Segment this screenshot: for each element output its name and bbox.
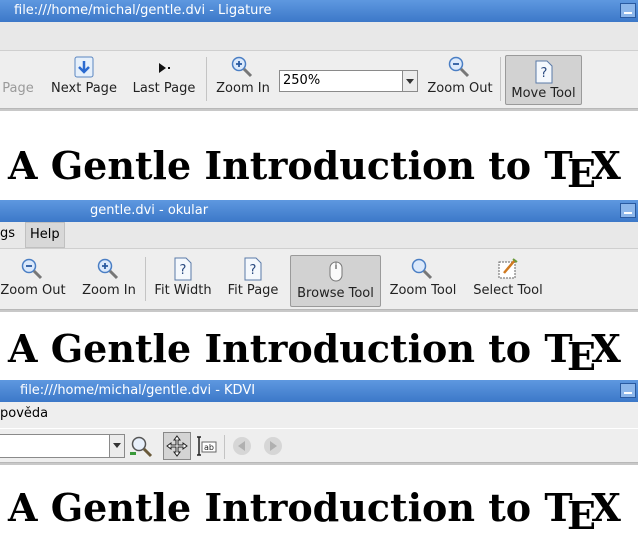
- chevron-down-icon[interactable]: [109, 435, 124, 457]
- toolbar-separator: [145, 257, 146, 301]
- ligature-window: file:///home/michal/gentle.dvi - Ligatur…: [0, 0, 638, 200]
- document-heading: A Gentle Introduction to TEX: [8, 143, 621, 196]
- zoom-out-icon: [425, 55, 495, 81]
- move-tool-button[interactable]: [163, 432, 191, 460]
- kdvi-window: file:///home/michal/gentle.dvi - KDVI po…: [0, 380, 638, 545]
- kdvi-menubar: pověda: [0, 402, 638, 428]
- zoom-tool-icon: [389, 257, 457, 283]
- okular-window: gentle.dvi - okular gs Help Zoom Out Zoo…: [0, 200, 638, 380]
- heading-text: A Gentle Introduction to T: [8, 485, 573, 530]
- okular-window-title: gentle.dvi - okular: [90, 203, 209, 218]
- svg-text:?: ?: [540, 66, 547, 81]
- tex-e: E: [566, 493, 596, 539]
- svg-text:ab: ab: [204, 443, 214, 452]
- browse-tool-button[interactable]: Browse Tool: [290, 255, 381, 307]
- next-page-button[interactable]: Next Page: [50, 55, 118, 96]
- document-heading: A Gentle Introduction to TEX: [8, 485, 621, 538]
- chevron-down-icon[interactable]: [402, 71, 417, 91]
- okular-toolbar: Zoom Out Zoom In ? Fit Width ? Fit Page …: [0, 249, 638, 310]
- fit-page-icon: ?: [225, 257, 281, 283]
- minimize-button[interactable]: [620, 383, 636, 398]
- zoom-level-value: 250%: [283, 73, 321, 88]
- browse-tool-label: Browse Tool: [297, 286, 374, 301]
- zoom-in-label: Zoom In: [216, 81, 270, 96]
- mouse-icon: [291, 260, 380, 286]
- select-tool-icon: [470, 257, 546, 283]
- zoom-tool-label: Zoom Tool: [389, 283, 457, 298]
- svg-text:?: ?: [180, 263, 187, 278]
- document-heading: A Gentle Introduction to TEX: [8, 326, 621, 379]
- move-tool-button[interactable]: ? Move Tool: [505, 55, 582, 105]
- fit-page-button[interactable]: ? Fit Page: [225, 257, 281, 298]
- ligature-menubar: [0, 22, 638, 51]
- ligature-document-view[interactable]: A Gentle Introduction to TEX: [0, 109, 638, 200]
- fit-width-button[interactable]: ? Fit Width: [153, 257, 213, 298]
- kdvi-titlebar: file:///home/michal/gentle.dvi - KDVI: [0, 380, 638, 402]
- help-page-icon: ?: [506, 60, 581, 86]
- zoom-level-combo[interactable]: [0, 434, 125, 458]
- select-tool-button[interactable]: Select Tool: [470, 257, 546, 298]
- zoom-in-button[interactable]: Zoom In: [80, 257, 138, 298]
- kdvi-document-view[interactable]: A Gentle Introduction to TEX: [0, 463, 638, 545]
- okular-titlebar: gentle.dvi - okular: [0, 200, 638, 222]
- okular-menubar: gs Help: [0, 222, 638, 249]
- kdvi-toolbar: ab: [0, 429, 638, 463]
- last-page-label: Last Page: [132, 81, 196, 96]
- menu-help[interactable]: Help: [25, 222, 65, 248]
- zoom-level-combo[interactable]: 250%: [279, 70, 418, 92]
- fit-page-label: Fit Page: [227, 283, 279, 298]
- zoom-in-label: Zoom In: [82, 283, 136, 298]
- toolbar-separator: [224, 435, 225, 459]
- ligature-window-title: file:///home/michal/gentle.dvi - Ligatur…: [14, 3, 272, 18]
- zoom-out-icon: [0, 257, 66, 283]
- minimize-button[interactable]: [620, 3, 636, 18]
- tex-e: E: [566, 151, 596, 197]
- zoom-out-label: Zoom Out: [427, 81, 493, 96]
- zoom-out-button[interactable]: Zoom Out: [0, 257, 66, 298]
- last-page-button[interactable]: Last Page: [130, 55, 198, 96]
- zoom-out-label: Zoom Out: [0, 283, 66, 298]
- menu-help[interactable]: pověda: [0, 402, 52, 426]
- fit-width-label: Fit Width: [154, 283, 212, 298]
- toolbar-separator: [500, 57, 501, 101]
- previous-page-label: Page: [2, 81, 34, 96]
- toolbar-separator: [206, 57, 207, 101]
- menu-settings[interactable]: gs: [0, 222, 19, 246]
- minimize-button[interactable]: [620, 203, 636, 218]
- move-icon: [166, 435, 188, 457]
- zoom-in-icon: [80, 257, 138, 283]
- zoom-tool-button[interactable]: Zoom Tool: [389, 257, 457, 298]
- kdvi-window-title: file:///home/michal/gentle.dvi - KDVI: [20, 383, 256, 398]
- next-page-icon: [50, 55, 118, 81]
- ligature-titlebar: file:///home/michal/gentle.dvi - Ligatur…: [0, 0, 638, 22]
- ligature-toolbar: Page Next Page Last Page Zoom In 250% Zo…: [0, 51, 638, 109]
- heading-text: A Gentle Introduction to T: [8, 143, 573, 188]
- okular-document-view[interactable]: A Gentle Introduction to TEX: [0, 310, 638, 380]
- forward-arrow-icon[interactable]: [263, 436, 283, 460]
- back-arrow-icon[interactable]: [232, 436, 252, 460]
- zoom-in-icon: [214, 55, 272, 81]
- heading-text: A Gentle Introduction to T: [8, 326, 573, 371]
- move-tool-label: Move Tool: [511, 86, 576, 101]
- zoom-out-button[interactable]: Zoom Out: [425, 55, 495, 96]
- previous-page-button[interactable]: Page: [0, 55, 36, 96]
- tex-e: E: [566, 334, 596, 380]
- last-page-icon: [130, 55, 198, 81]
- find-icon[interactable]: [129, 434, 155, 462]
- select-tool-label: Select Tool: [473, 283, 543, 298]
- previous-page-icon: [0, 55, 36, 81]
- svg-text:?: ?: [250, 263, 257, 278]
- zoom-in-button[interactable]: Zoom In: [214, 55, 272, 96]
- next-page-label: Next Page: [51, 81, 117, 96]
- fit-width-icon: ?: [153, 257, 213, 283]
- text-select-icon[interactable]: ab: [196, 434, 218, 462]
